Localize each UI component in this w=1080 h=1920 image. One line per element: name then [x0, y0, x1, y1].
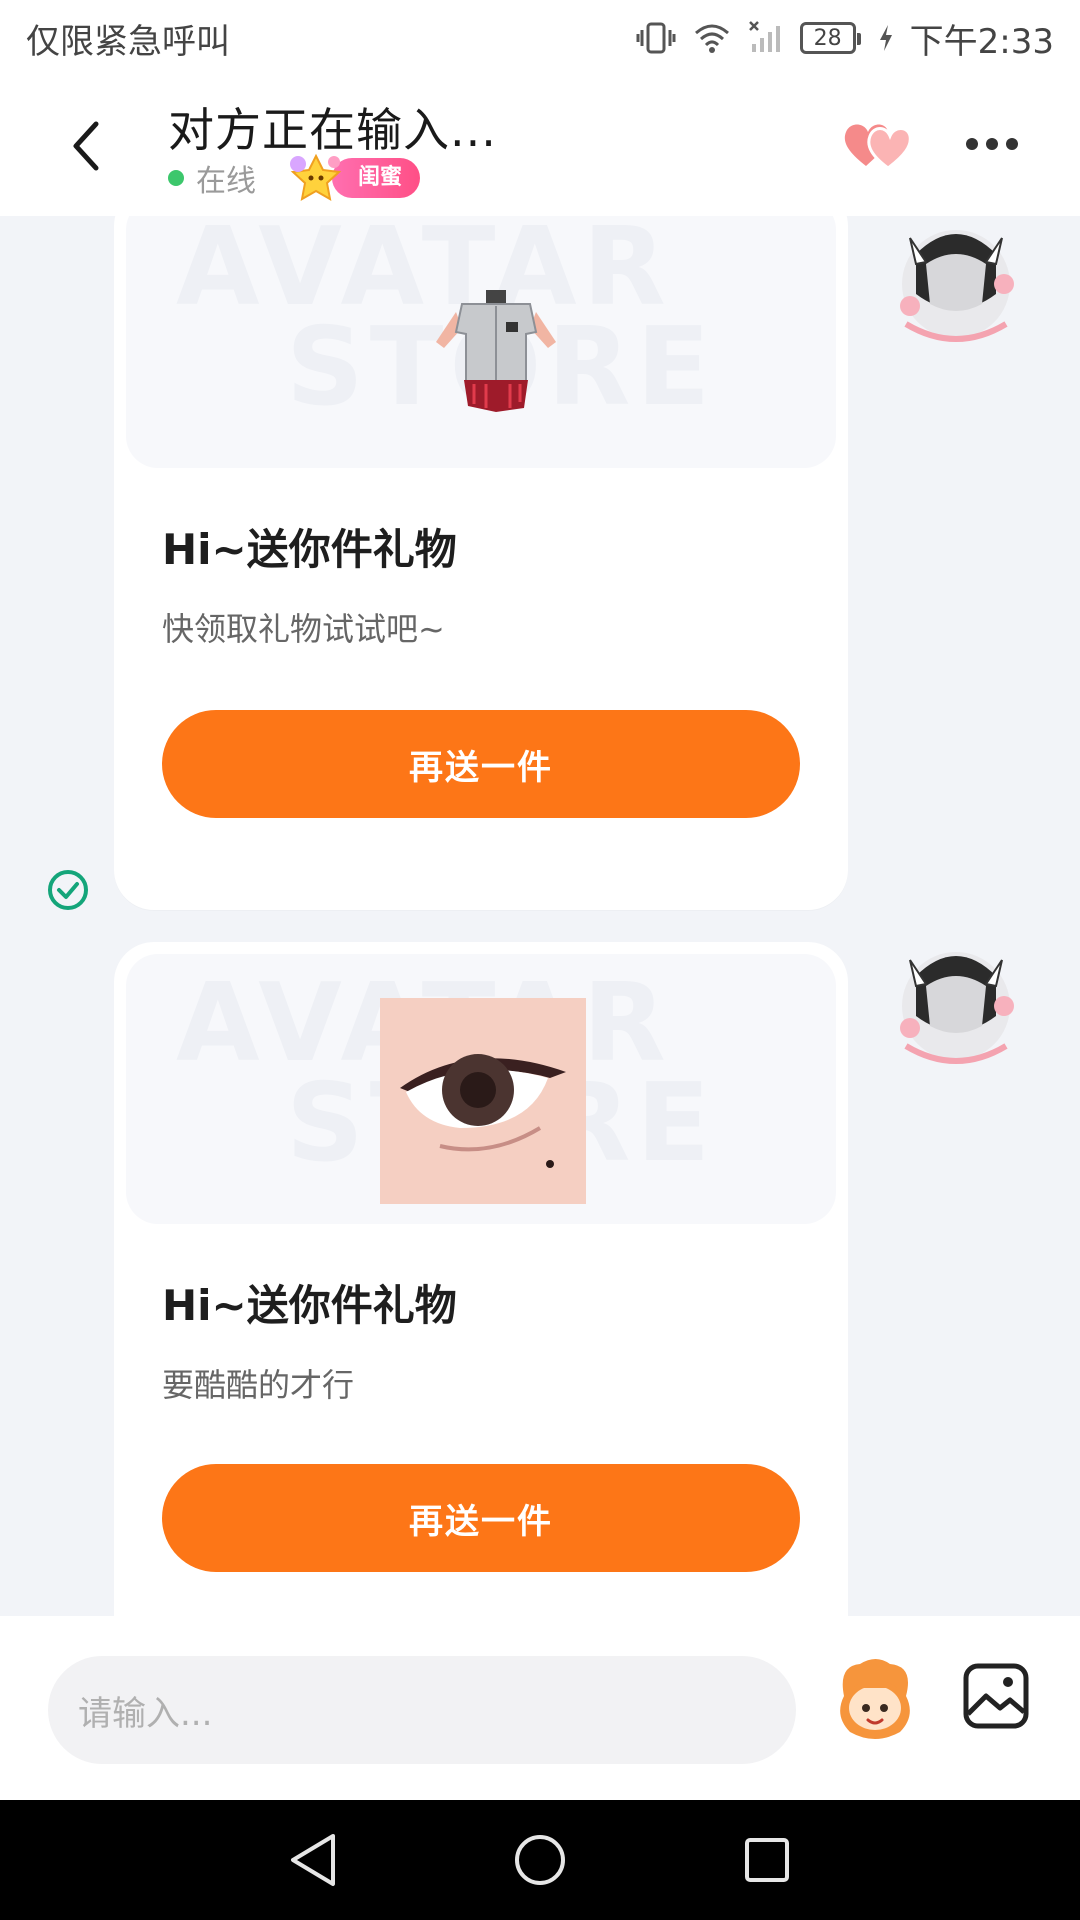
avatar[interactable] [886, 936, 1026, 1076]
gift-card-subtitle: 快领取礼物试试吧~ [162, 610, 445, 648]
back-icon [73, 121, 99, 171]
no-signal-icon [748, 20, 784, 56]
emoji-button[interactable] [830, 1656, 920, 1746]
image-button[interactable] [960, 1660, 1032, 1732]
nav-recents-button[interactable] [735, 1828, 799, 1892]
recents-square-icon [744, 1838, 789, 1882]
more-icon [966, 138, 978, 150]
status-icons: 28 下午2:33 [636, 14, 1054, 63]
hearts-icon [844, 124, 912, 170]
nav-back-button[interactable] [281, 1828, 345, 1892]
back-button[interactable] [56, 116, 116, 176]
send-again-button[interactable]: 再送一件 [162, 1464, 800, 1572]
home-circle-icon [514, 1835, 565, 1885]
gift-card-title: Hi~送你件礼物 [162, 1281, 457, 1330]
more-icon [1006, 138, 1018, 150]
page-title: 对方正在输入... [168, 103, 497, 157]
emoji-avatar-icon [840, 1659, 910, 1739]
carrier-text: 仅限紧急呼叫 [26, 21, 230, 62]
message-input[interactable]: 请输入... [48, 1656, 796, 1764]
online-dot-icon [168, 170, 184, 186]
store-watermark: AVATAR STORE [176, 216, 710, 422]
more-button[interactable] [966, 132, 1026, 156]
gift-card-subtitle: 要酷酷的才行 [162, 1366, 355, 1404]
message-input-bar: 请输入... [0, 1616, 1080, 1800]
battery-icon: 28 [799, 22, 861, 54]
presence-line: 在线 闺蜜 [168, 153, 421, 201]
wifi-icon [692, 21, 732, 55]
sent-check-icon [48, 870, 88, 910]
image-icon [963, 1663, 1029, 1729]
intimacy-button[interactable] [840, 114, 916, 174]
gift-preview[interactable]: AVATAR STORE [126, 954, 836, 1224]
send-again-button[interactable]: 再送一件 [162, 710, 800, 818]
shirt-clothing-image [436, 290, 556, 412]
gift-card: AVATAR STORE Hi~送你件礼物 要酷酷的才行 再送一件 [114, 942, 848, 1616]
clock: 下午2:33 [909, 21, 1054, 62]
more-icon [986, 138, 998, 150]
system-nav-bar [0, 1800, 1080, 1920]
chat-header: 对方正在输入... 在线 闺蜜 [0, 76, 1080, 216]
relation-badge[interactable]: 闺蜜 [284, 153, 421, 201]
status-bar: 仅限紧急呼叫 28 下午2:33 [0, 0, 1080, 76]
gift-card: AVATAR STORE Hi~送你件礼物 快领取礼物试试吧~ 再送一件 [114, 216, 848, 910]
chat-messages[interactable]: AVATAR STORE Hi~送你件礼物 快领取礼物试试吧~ 再送一件 [0, 216, 1080, 1616]
vibrate-icon [636, 20, 676, 56]
avatar[interactable] [886, 216, 1026, 354]
charging-icon [878, 23, 894, 53]
online-status: 在线 [196, 164, 256, 199]
eye-makeup-image [380, 998, 586, 1204]
gift-preview[interactable]: AVATAR STORE [126, 216, 836, 468]
back-triangle-icon [291, 1834, 336, 1886]
star-icon [290, 153, 342, 201]
gift-card-title: Hi~送你件礼物 [162, 525, 457, 574]
nav-home-button[interactable] [508, 1828, 572, 1892]
